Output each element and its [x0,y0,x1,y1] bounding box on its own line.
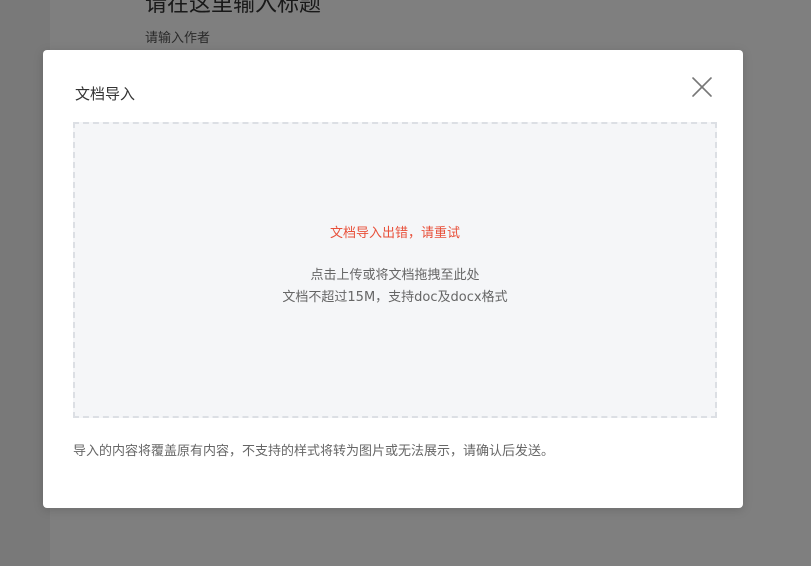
close-button[interactable] [689,74,715,100]
import-notice: 导入的内容将覆盖原有内容，不支持的样式将转为图片或无法展示，请确认后发送。 [73,444,555,459]
upload-hint: 点击上传或将文档拖拽至此处 [310,268,480,283]
upload-dropzone[interactable]: 文档导入出错，请重试 点击上传或将文档拖拽至此处 文档不超过15M，支持doc及… [73,122,717,418]
close-icon [692,77,712,97]
upload-error-message: 文档导入出错，请重试 [329,226,460,241]
upload-format-hint: 文档不超过15M，支持doc及docx格式 [282,290,508,305]
dialog-title: 文档导入 [75,85,136,103]
page: 请在这里输入标题 请输入作者 文档导入 文档导入出错，请重试 点击上传或将文档拖… [0,0,811,566]
import-document-dialog: 文档导入 文档导入出错，请重试 点击上传或将文档拖拽至此处 文档不超过15M，支… [43,50,743,508]
